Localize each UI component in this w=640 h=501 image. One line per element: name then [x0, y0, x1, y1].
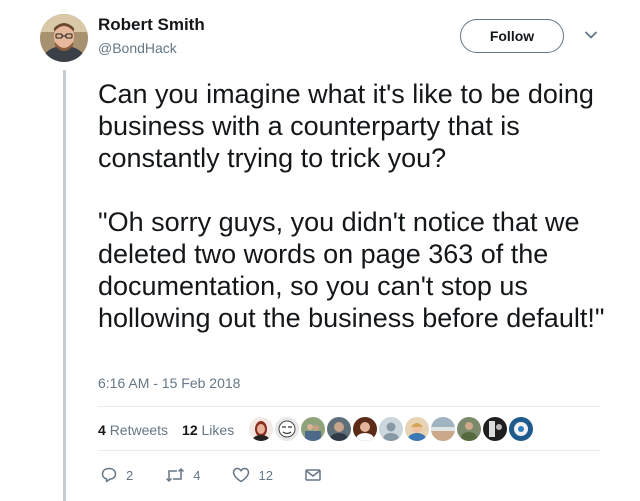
retweet-icon: [166, 467, 185, 483]
retweets-stat[interactable]: 4 Retweets: [98, 422, 168, 438]
author-avatar[interactable]: [40, 14, 88, 62]
retweet-button[interactable]: 4: [165, 467, 200, 483]
liker-avatar[interactable]: [301, 417, 325, 441]
liker-avatar[interactable]: [483, 417, 507, 441]
follow-button[interactable]: Follow: [460, 19, 564, 53]
liker-avatar[interactable]: [379, 417, 403, 441]
dm-button[interactable]: [305, 468, 321, 482]
chevron-down-icon[interactable]: [584, 28, 598, 42]
retweets-count: 4: [98, 422, 106, 438]
reply-count: 2: [126, 467, 134, 483]
tweet-text: Can you imagine what it's like to be doi…: [98, 79, 605, 333]
reply-icon: [101, 467, 117, 483]
mail-icon: [305, 469, 321, 481]
likes-label: Likes: [201, 422, 235, 438]
liker-avatar[interactable]: [509, 417, 533, 441]
likes-count: 12: [182, 422, 198, 438]
liker-avatar[interactable]: [405, 417, 429, 441]
liker-avatar[interactable]: [353, 417, 377, 441]
tweet-timestamp[interactable]: 6:16 AM - 15 Feb 2018: [98, 375, 240, 391]
thread-line: [63, 70, 66, 501]
liker-avatar[interactable]: [431, 417, 455, 441]
tweet-card: Robert Smith @BondHack Follow Can you im…: [0, 0, 640, 501]
tweet-stats: 4 Retweets 12 Likes: [98, 422, 234, 438]
liker-avatar[interactable]: [249, 417, 273, 441]
divider: [98, 450, 600, 451]
likes-stat[interactable]: 12 Likes: [182, 422, 234, 438]
author-name[interactable]: Robert Smith: [98, 15, 205, 35]
liker-avatar[interactable]: [457, 417, 481, 441]
liker-avatars: [249, 417, 533, 441]
tweet-actions: 2 4 12: [100, 466, 353, 484]
divider: [98, 406, 600, 407]
liker-avatar[interactable]: [327, 417, 351, 441]
retweet-count: 4: [193, 467, 201, 483]
like-button[interactable]: 12: [232, 467, 273, 483]
author-handle[interactable]: @BondHack: [98, 40, 177, 56]
like-count: 12: [258, 467, 273, 483]
reply-button[interactable]: 2: [100, 466, 133, 484]
liker-avatar[interactable]: [275, 417, 299, 441]
heart-icon: [233, 467, 250, 483]
retweets-label: Retweets: [109, 422, 169, 438]
